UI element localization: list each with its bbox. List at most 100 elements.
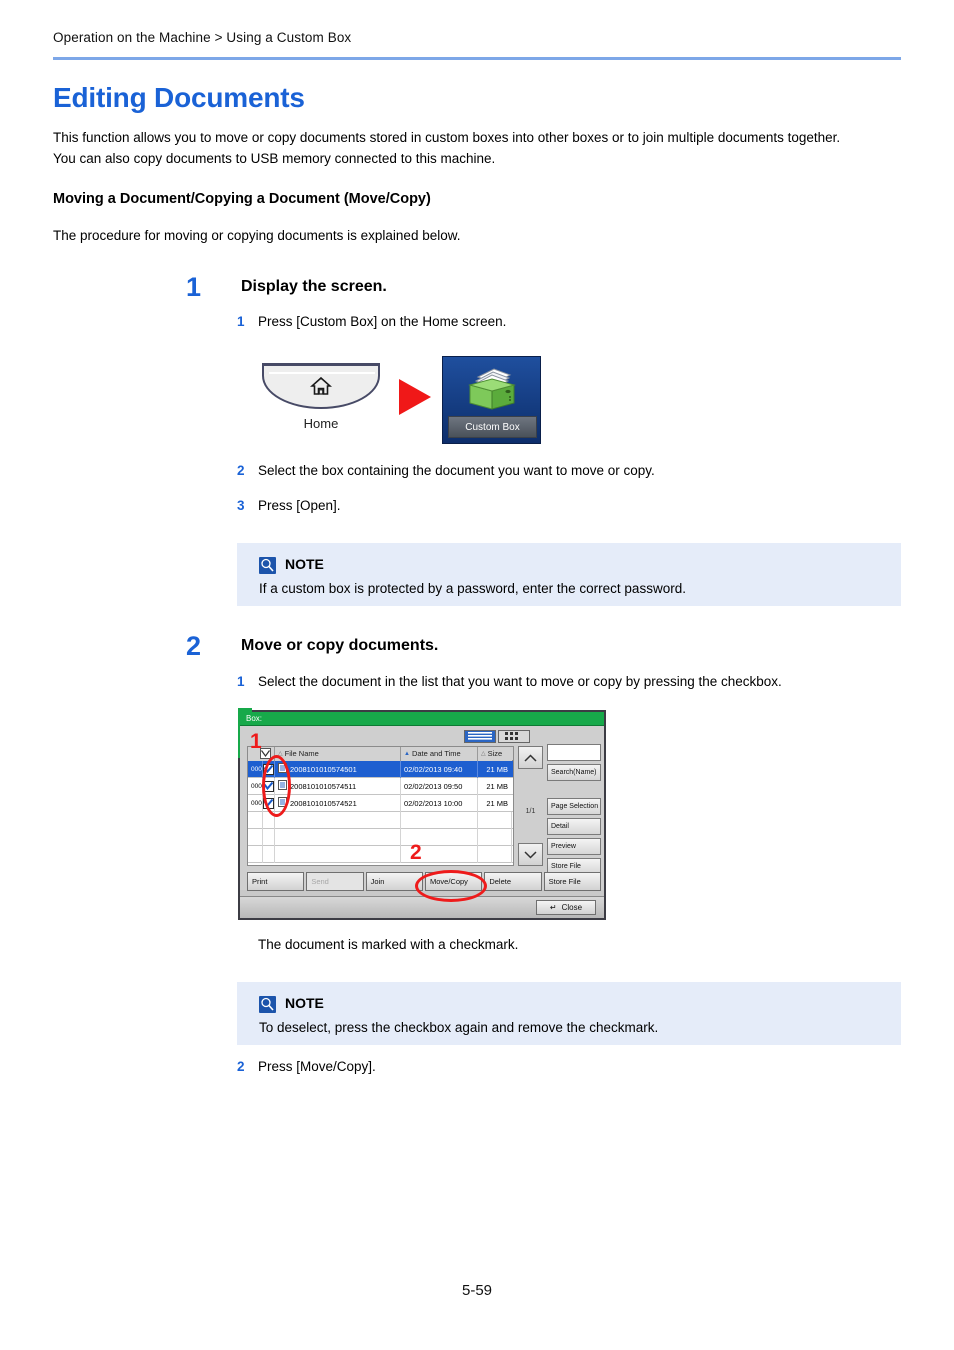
breadcrumb: Operation on the Machine > Using a Custo… xyxy=(53,30,903,45)
print-button[interactable]: Print xyxy=(247,872,305,891)
row-size: 21 MB xyxy=(486,798,508,808)
search-input[interactable] xyxy=(547,744,601,761)
row-date: 02/02/2013 10:00 xyxy=(401,794,478,812)
panel-title-label: Box: xyxy=(246,714,263,723)
home-key-label: Home xyxy=(303,416,339,431)
step-1-number: 1 xyxy=(186,272,202,302)
empty-cell xyxy=(248,829,263,846)
panel-body: △ File Name ▲ Date and Time △ Size 000 2… xyxy=(240,726,604,891)
empty-cell xyxy=(248,846,263,863)
row-file-name: 2008101010574501 xyxy=(290,764,357,774)
detail-button[interactable]: Detail xyxy=(547,818,601,835)
empty-cell xyxy=(248,812,263,829)
row-size: 21 MB xyxy=(486,764,508,774)
close-button-label: Close xyxy=(561,903,583,912)
empty-cell xyxy=(263,829,275,846)
column-header-size-label: Size xyxy=(487,749,503,758)
row-file-name-cell: 2008101010574521 xyxy=(275,794,401,812)
home-key-highlight xyxy=(269,372,375,374)
empty-cell xyxy=(478,829,512,846)
annotation-ellipse-move-copy xyxy=(415,870,487,902)
sort-triangle-icon: ▲ xyxy=(404,750,410,757)
step-1-title: Display the screen. xyxy=(241,278,387,295)
substep-text: Press [Open]. xyxy=(258,498,341,513)
page-indicator: 1/1 xyxy=(525,808,536,815)
empty-cell xyxy=(401,812,478,829)
header-divider xyxy=(53,57,901,60)
note-box-2: NOTE To deselect, press the checkbox aga… xyxy=(237,982,901,1045)
note-magnifier-icon xyxy=(259,557,276,574)
grid-view-button[interactable] xyxy=(498,730,530,743)
empty-cell xyxy=(275,846,401,863)
scroll-up-button[interactable] xyxy=(518,746,543,769)
column-header-date-time[interactable]: ▲ Date and Time xyxy=(401,746,478,761)
substep-text: Select the document in the list that you… xyxy=(258,674,782,689)
column-header-file-name[interactable]: △ File Name xyxy=(275,746,401,761)
empty-cell xyxy=(275,812,401,829)
substep-number: 2 xyxy=(237,463,245,478)
close-button[interactable]: ↵ Close xyxy=(536,900,596,915)
enter-arrow-icon: ↵ xyxy=(549,903,557,912)
annotation-ellipse-checkboxes xyxy=(262,755,291,817)
custom-box-icon xyxy=(464,363,520,418)
note-text: If a custom box is protected by a passwo… xyxy=(259,581,686,596)
arrow-right-icon xyxy=(399,379,431,415)
search-name-button[interactable]: Search(Name) xyxy=(547,764,601,781)
substep-text: Press [Custom Box] on the Home screen. xyxy=(258,314,507,329)
row-id: 000 xyxy=(248,760,263,778)
row-id: 000 xyxy=(248,777,263,795)
figure-caption: The document is marked with a checkmark. xyxy=(258,937,519,952)
row-file-name-cell: 2008101010574501 xyxy=(275,760,401,778)
step-2-number: 2 xyxy=(186,631,202,661)
row-date: 02/02/2013 09:40 xyxy=(401,760,478,778)
table-row-empty xyxy=(248,829,513,846)
list-view-button[interactable] xyxy=(464,730,496,743)
intro-paragraph: This function allows you to move or copy… xyxy=(53,130,841,166)
empty-cell xyxy=(478,846,512,863)
substep-text: Press [Move/Copy]. xyxy=(258,1059,376,1074)
note-box-1: NOTE If a custom box is protected by a p… xyxy=(237,543,901,606)
breadcrumb-text: Operation on the Machine > Using a Custo… xyxy=(53,30,352,45)
annotation-number-2: 2 xyxy=(410,841,422,864)
panel-footer-bar: ↵ Close xyxy=(240,896,604,918)
preview-button[interactable]: Preview xyxy=(547,838,601,855)
note-label: NOTE xyxy=(285,556,324,572)
substep-number: 3 xyxy=(237,498,245,513)
scroll-down-button[interactable] xyxy=(518,843,543,866)
row-file-name-cell: 2008101010574511 xyxy=(275,777,401,795)
view-toggle-group[interactable] xyxy=(464,730,530,743)
empty-cell xyxy=(275,829,401,846)
empty-cell xyxy=(263,846,275,863)
annotation-number-1: 1 xyxy=(250,730,262,753)
table-row-empty xyxy=(248,846,513,863)
home-icon xyxy=(309,375,333,397)
store-file-function-button[interactable]: Store File xyxy=(543,872,601,891)
substep-number: 2 xyxy=(237,1059,245,1074)
panel-right-buttons[interactable]: Search(Name) Page Selection Detail Previ… xyxy=(547,744,601,875)
note-text: To deselect, press the checkbox again an… xyxy=(259,1020,659,1035)
note-label: NOTE xyxy=(285,995,324,1011)
page-selection-button[interactable]: Page Selection xyxy=(547,798,601,815)
note-magnifier-icon xyxy=(259,996,276,1013)
sort-triangle-icon: △ xyxy=(481,751,486,757)
row-size: 21 MB xyxy=(486,781,508,791)
empty-cell xyxy=(478,812,512,829)
row-file-name: 2008101010574511 xyxy=(290,781,357,791)
column-header-size[interactable]: △ Size xyxy=(478,746,512,761)
row-id: 000 xyxy=(248,794,263,812)
substep-text: Select the box containing the document y… xyxy=(258,463,655,478)
column-header-date-time-label: Date and Time xyxy=(411,749,461,758)
table-row-empty xyxy=(248,812,513,829)
row-date: 02/02/2013 09:50 xyxy=(401,777,478,795)
column-header-file-name-label: File Name xyxy=(284,749,319,758)
row-file-name: 2008101010574521 xyxy=(290,798,357,808)
section-intro: The procedure for moving or copying docu… xyxy=(53,228,461,243)
section-heading: Moving a Document/Copying a Document (Mo… xyxy=(53,191,431,207)
panel-title-bar: Box: xyxy=(240,712,604,726)
delete-button[interactable]: Delete xyxy=(484,872,542,891)
send-button: Send xyxy=(306,872,364,891)
home-key-illustration: Home xyxy=(262,363,380,431)
custom-box-tile-label: Custom Box xyxy=(448,416,537,438)
list-scroll-controls[interactable]: 1/1 xyxy=(518,746,543,866)
custom-box-tile[interactable]: Custom Box xyxy=(442,356,541,444)
